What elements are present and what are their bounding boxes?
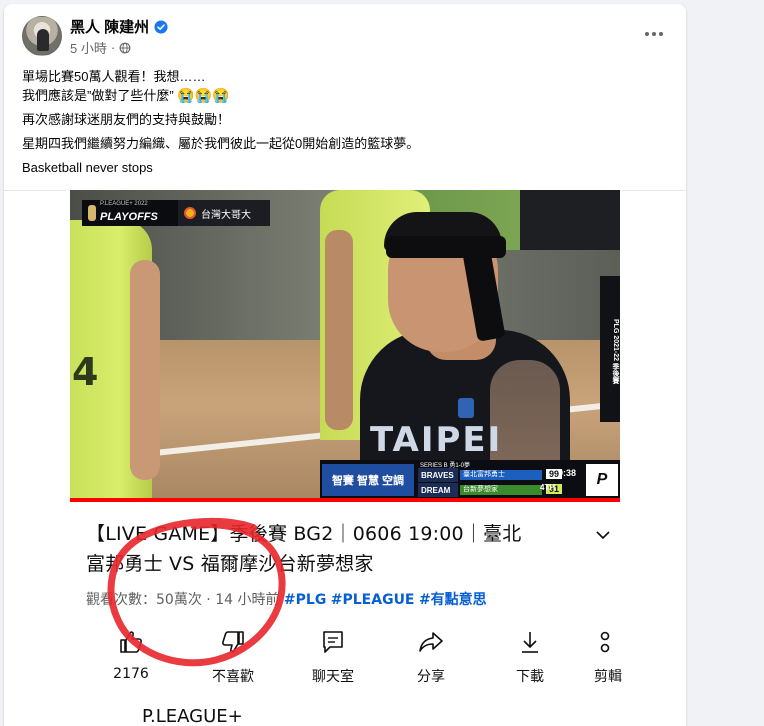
embedded-screenshot[interactable]: 4 TAIPEI P.LEAGUE+ 2022 PLAYOFFS 台灣大哥大 P… <box>66 186 622 726</box>
hashtag-pleague[interactable]: #PLEAGUE <box>331 592 415 608</box>
video-title-line: 【LIVE GAME】季後賽 BG2｜0606 19:00｜臺北 <box>86 523 522 545</box>
dislike-button[interactable]: 不喜歡 <box>198 626 268 686</box>
playoffs-badge: P.LEAGUE+ 2022 PLAYOFFS <box>82 200 178 226</box>
video-progress-bar[interactable] <box>70 498 620 502</box>
playoffs-bug: P.LEAGUE+ 2022 PLAYOFFS 台灣大哥大 <box>82 200 270 226</box>
video-actions: 2176 不喜歡 聊天室 分享 下載 剪輯 <box>86 626 646 686</box>
author-name[interactable]: 黑人 陳建州 <box>70 16 149 37</box>
hashtag-interesting[interactable]: #有點意思 <box>419 592 487 608</box>
chat-label: 聊天室 <box>312 669 354 685</box>
bench-legs <box>520 190 620 250</box>
author-row: 黑人 陳建州 <box>70 16 168 37</box>
side-banner: PLG 2021-22 季後賽 <box>600 276 620 422</box>
video-progress-fill <box>70 498 620 502</box>
trophy-icon <box>88 205 96 221</box>
league-label: P.LEAGUE+ 2022 <box>100 201 148 207</box>
more-options-button[interactable] <box>640 20 668 48</box>
chat-icon <box>323 631 343 653</box>
post-time[interactable]: 5 小時 <box>70 38 107 57</box>
scoreboard-sponsor: 智賽 智慧 空調 <box>322 464 414 496</box>
scoreboard: 智賽 智慧 空調 SERIES B 勇1-0夢 BRAVES 臺北富邦勇士 99… <box>320 460 620 500</box>
channel-name[interactable]: P.LEAGUE+ <box>142 706 243 726</box>
thumbs-down-icon <box>222 631 244 653</box>
more-dot-icon <box>645 32 649 36</box>
author-avatar[interactable] <box>22 16 62 56</box>
team-logo: BRAVES <box>418 468 458 482</box>
left-player-number: 4 <box>72 350 99 394</box>
meta-separator: · <box>110 40 116 55</box>
post-text: 單場比賽50萬人觀看！我想…… 我們應該是”做對了些什麼” 😭😭😭 再次感謝球迷… <box>22 68 662 177</box>
team-name: 臺北富邦勇士 <box>460 470 542 480</box>
meta-separator: · <box>206 592 216 608</box>
like-button[interactable]: 2176 <box>96 626 166 686</box>
video-title: 【LIVE GAME】季後賽 BG2｜0606 19:00｜臺北 富邦勇士 VS… <box>86 519 566 579</box>
game-quarter: 4TH <box>540 483 556 492</box>
download-label: 下載 <box>516 669 544 685</box>
team-name: 台新夢想家 <box>460 485 542 495</box>
download-icon <box>522 632 538 653</box>
share-icon <box>419 632 443 652</box>
post-meta: 5 小時 · <box>70 38 131 57</box>
clip-label: 剪輯 <box>594 669 622 685</box>
post-text-line: Basketball never stops <box>22 160 153 175</box>
post-text-line: 再次感謝球迷朋友們的支持與鼓勵！ <box>22 112 231 127</box>
post-text-line: 星期四我們繼續努力編織、屬於我們彼此一起從0開始創造的籃球夢。 <box>22 136 420 151</box>
score-teams: BRAVES 臺北富邦勇士 99 DREAM 台新夢想家 91 <box>418 468 562 498</box>
background-player-arm <box>325 230 353 430</box>
post-text-segment: 我們應該是”做對了些什麼” <box>22 88 174 103</box>
video-frame[interactable]: 4 TAIPEI P.LEAGUE+ 2022 PLAYOFFS 台灣大哥大 P… <box>70 190 620 502</box>
taiwan-mobile-logo-icon <box>184 207 196 219</box>
share-button[interactable]: 分享 <box>396 626 466 686</box>
playoffs-text-block: P.LEAGUE+ 2022 PLAYOFFS <box>100 201 158 225</box>
plg-logo-icon: P <box>586 464 618 496</box>
view-count: 觀看次數：50萬次 <box>86 592 202 608</box>
video-meta: 觀看次數：50萬次 · 14 小時前 #PLG #PLEAGUE #有點意思 <box>86 589 487 609</box>
avatar-figure <box>37 29 49 51</box>
crying-emoji-icon: 😭😭😭 <box>177 87 230 103</box>
chat-button[interactable]: 聊天室 <box>298 626 368 686</box>
video-title-line: 富邦勇士 VS 福爾摩沙台新夢想家 <box>86 553 374 575</box>
channel-row[interactable]: P.LEAGUE+ <box>86 702 606 726</box>
more-dot-icon <box>652 32 656 36</box>
game-clock: 9:38 <box>558 468 577 478</box>
left-player-arm <box>130 260 160 480</box>
chevron-down-icon[interactable] <box>594 526 612 544</box>
more-dot-icon <box>659 32 663 36</box>
playoffs-label: PLAYOFFS <box>100 211 158 223</box>
like-count: 2176 <box>113 666 149 682</box>
hashtag-plg[interactable]: #PLG <box>284 592 326 608</box>
thumbs-up-icon <box>120 631 142 653</box>
post-text-line: 單場比賽50萬人觀看！我想…… <box>22 69 206 84</box>
clip-button[interactable]: 剪輯 <box>576 626 622 686</box>
team-row-away: DREAM 台新夢想家 91 <box>418 483 586 497</box>
download-button[interactable]: 下載 <box>495 626 565 686</box>
upload-age: 14 小時前 <box>215 592 280 608</box>
dislike-label: 不喜歡 <box>212 669 254 685</box>
globe-icon <box>119 42 131 53</box>
team-logo: DREAM <box>418 483 458 497</box>
jersey-logo-icon <box>458 398 474 418</box>
post-text-line: 我們應該是”做對了些什麼” 😭😭😭 <box>22 86 662 105</box>
post-header: 黑人 陳建州 5 小時 · <box>4 4 686 64</box>
share-label: 分享 <box>417 669 445 685</box>
scissors-icon <box>600 631 610 653</box>
jersey-text: TAIPEI <box>370 420 503 460</box>
verified-badge-icon <box>154 19 168 34</box>
sponsor-label: 台灣大哥大 <box>201 209 251 221</box>
sponsor-badge: 台灣大哥大 <box>178 200 270 226</box>
